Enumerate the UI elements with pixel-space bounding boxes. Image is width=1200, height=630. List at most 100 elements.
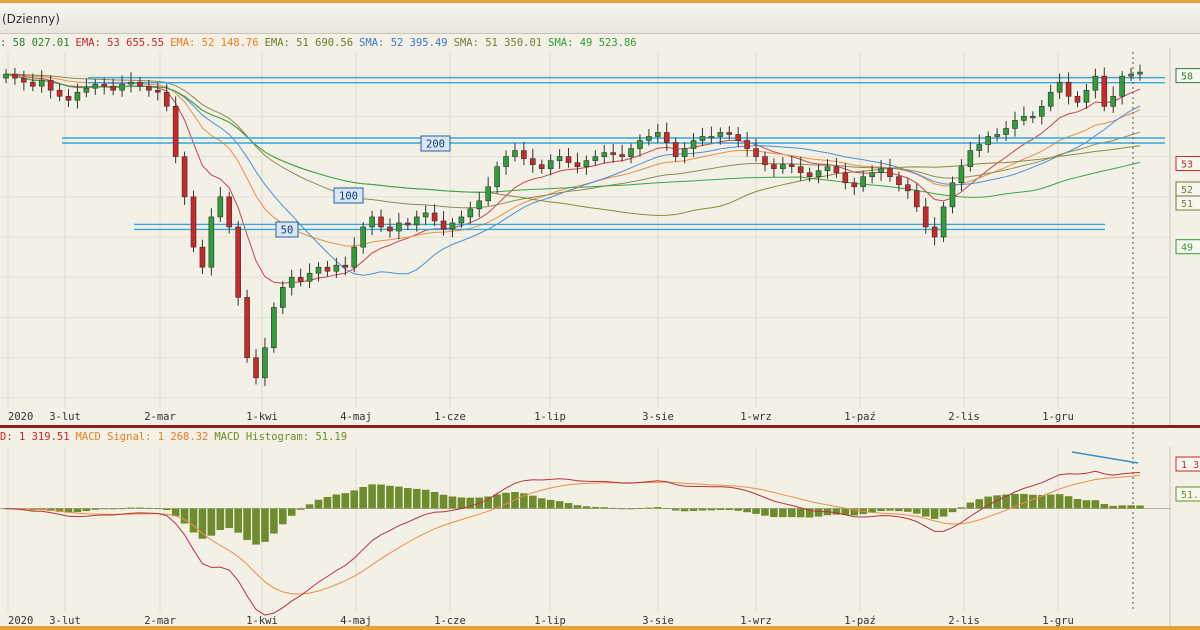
candle-body: [1092, 75, 1099, 91]
candle-body: [271, 307, 277, 348]
candle-body: [726, 132, 733, 135]
macd-hist-bar: [1091, 500, 1100, 509]
candle-body: [262, 347, 268, 379]
candle-body: [378, 216, 384, 228]
macd-hist-bar: [189, 508, 198, 533]
macd-hist-bar: [323, 496, 332, 509]
macd-hist-bar: [1118, 505, 1126, 509]
macd-hist-bar: [368, 484, 376, 509]
candle-body: [217, 196, 224, 218]
candle-body: [646, 136, 652, 141]
price-x-label: 1-wrz: [740, 411, 772, 423]
macd-hist-bar: [109, 508, 117, 510]
ma-label-text: 100: [339, 191, 358, 203]
candle-body: [396, 222, 402, 232]
candle-body: [681, 148, 688, 157]
pane-separator: [0, 425, 1200, 428]
candle-body: [128, 81, 134, 85]
macd-hist-bar: [421, 489, 430, 509]
macd-hist-bar: [645, 507, 653, 509]
macd-hist-bar: [752, 508, 760, 514]
macd-hist-bar: [243, 508, 251, 541]
macd-hist-bar: [689, 508, 698, 512]
macd-hist-bar: [341, 493, 350, 509]
macd-hist-bar: [216, 508, 225, 531]
candle-body: [806, 172, 813, 178]
macd-axis-label: 51.: [1181, 490, 1199, 501]
bottom-bar: [0, 626, 1200, 630]
macd-hist-bar: [153, 508, 162, 510]
candle-body: [530, 158, 536, 165]
right-axis-label: 51: [1181, 199, 1193, 210]
macd-hist-bar: [1020, 493, 1028, 509]
macd-divergence-line: [1071, 451, 1139, 464]
candle-body: [297, 276, 304, 282]
candle-body: [565, 156, 572, 163]
macd-hist-bar: [904, 508, 912, 512]
candle-body: [619, 154, 625, 157]
candle-body: [788, 164, 795, 167]
macd-hist-bar: [564, 503, 573, 509]
macd-hist-bar: [939, 508, 948, 517]
candle-body: [994, 134, 1000, 137]
right-axis-label: 53: [1181, 160, 1193, 171]
macd-hist-bar: [136, 507, 144, 509]
candle-body: [735, 134, 741, 141]
candle-body: [163, 91, 170, 107]
candle-body: [512, 150, 518, 157]
candle-body: [405, 222, 411, 226]
macd-hist-bar: [662, 508, 671, 509]
price-x-label: 2020: [8, 411, 33, 423]
candle-body: [65, 95, 72, 101]
candle-body: [744, 140, 750, 149]
macd-hist-bar: [287, 508, 296, 516]
candle-body: [574, 162, 581, 167]
macd-hist-bar: [957, 507, 966, 509]
macd-hist-bar: [359, 486, 367, 509]
candle-body: [878, 168, 884, 173]
candle-body: [949, 182, 956, 208]
candle-body: [610, 152, 616, 155]
macd-hist-bar: [448, 496, 457, 509]
price-x-label: 1-cze: [434, 411, 466, 423]
macd-hist-bar: [627, 508, 635, 510]
macd-hist-bar: [118, 508, 126, 510]
candle-body: [672, 142, 679, 157]
candle-body: [1083, 89, 1090, 103]
candle-body: [137, 81, 143, 87]
macd-hist-bar: [1136, 505, 1144, 509]
macd-hist-bar: [1029, 494, 1037, 509]
macd-hist-bar: [654, 507, 662, 509]
macd-hist-bar: [921, 508, 930, 517]
candle-body: [458, 216, 465, 224]
macd-hist-bar: [975, 499, 984, 509]
macd-hist-bar: [82, 508, 91, 512]
macd-hist-bar: [761, 508, 769, 516]
macd-hist-bar: [707, 508, 716, 511]
macd-hist-bar: [582, 506, 591, 509]
macd-hist-bar: [1055, 494, 1064, 509]
candle-body: [869, 172, 875, 178]
macd-hist-bar: [395, 486, 403, 509]
candle-body: [119, 83, 125, 91]
candle-body: [887, 168, 893, 178]
macd-hist-bar: [484, 496, 492, 509]
candle-body: [1021, 116, 1027, 121]
macd-hist-bar: [743, 508, 751, 513]
candle-body: [556, 156, 563, 161]
candle-body: [762, 156, 768, 165]
candle-body: [74, 91, 81, 101]
macd-hist-bar: [198, 508, 207, 539]
macd-hist-bar: [948, 508, 957, 513]
macd-hist-bar: [162, 508, 171, 510]
candle-body: [860, 176, 866, 188]
candle-body: [1065, 81, 1072, 97]
candle-body: [851, 182, 858, 188]
macd-hist-bar: [796, 508, 805, 518]
candle-body: [413, 216, 420, 226]
price-x-label: 3-sie: [642, 411, 674, 423]
candle-body: [56, 89, 63, 97]
candle-body: [985, 136, 992, 145]
candle-body: [83, 87, 90, 93]
candle-body: [771, 164, 777, 169]
